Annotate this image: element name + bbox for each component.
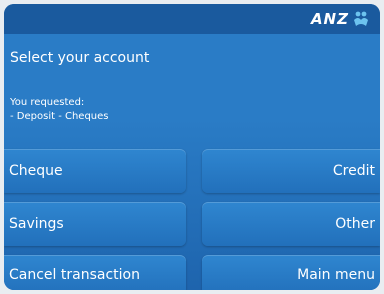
anz-logo: ANZ	[311, 10, 370, 28]
credit-button[interactable]: Credit	[202, 149, 380, 193]
logo-text: ANZ	[310, 10, 349, 28]
main-menu-button[interactable]: Main menu	[202, 255, 380, 290]
cancel-transaction-button[interactable]: Cancel transaction	[4, 255, 186, 290]
savings-button[interactable]: Savings	[4, 202, 186, 246]
anz-people-icon	[354, 11, 368, 26]
atm-screen: ANZ Select your account You requested: -…	[4, 4, 380, 290]
requested-value: - Deposit - Cheques	[10, 111, 109, 122]
other-button[interactable]: Other	[202, 202, 380, 246]
request-summary: You requested: - Deposit - Cheques	[10, 96, 109, 124]
requested-label: You requested:	[10, 97, 85, 108]
top-bar: ANZ	[4, 4, 380, 34]
cheque-button[interactable]: Cheque	[4, 149, 186, 193]
page-title: Select your account	[10, 50, 150, 66]
